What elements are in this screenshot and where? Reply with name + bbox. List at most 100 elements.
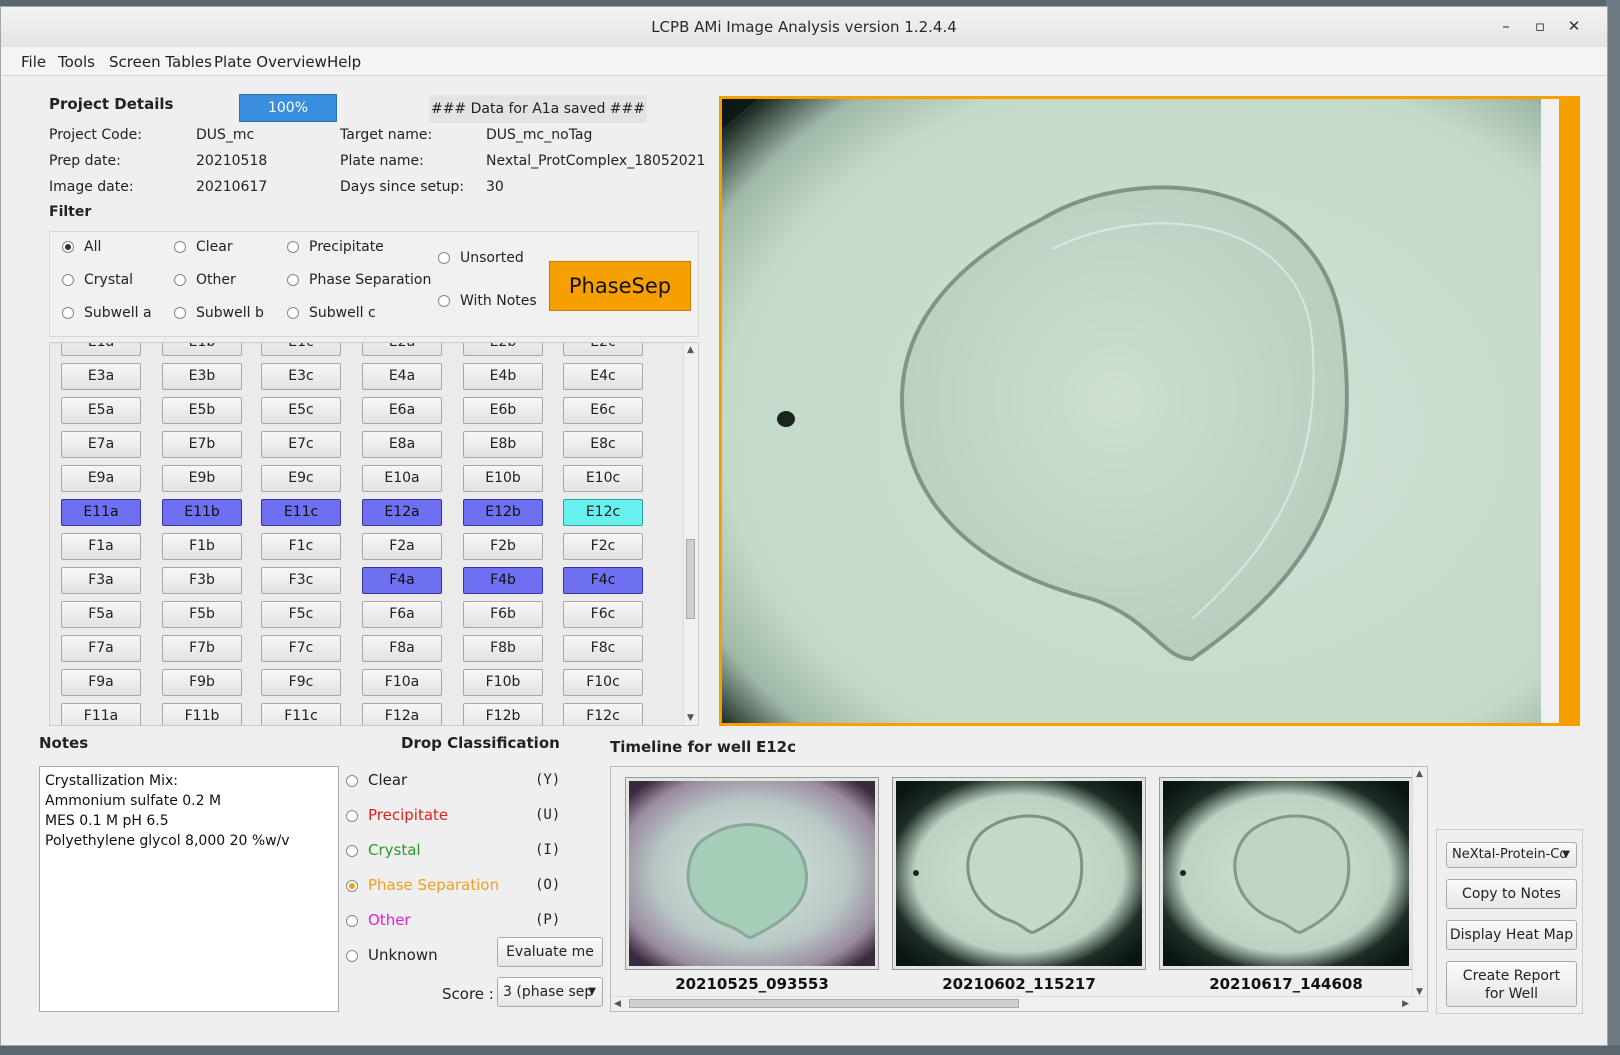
- filter-other[interactable]: Other: [174, 272, 236, 288]
- evaluate-button[interactable]: Evaluate me: [497, 937, 603, 967]
- create-report-button[interactable]: Create Report for Well: [1446, 961, 1577, 1007]
- class-precipitate[interactable]: Precipitate: [346, 806, 448, 824]
- well-button-f5c[interactable]: F5c: [261, 601, 341, 628]
- well-button-f2c[interactable]: F2c: [563, 533, 643, 560]
- well-button-f2a[interactable]: F2a: [362, 533, 442, 560]
- phasesep-button[interactable]: PhaseSep: [549, 261, 691, 311]
- well-button-e9a[interactable]: E9a: [61, 465, 141, 492]
- well-button-e2c[interactable]: E2c: [563, 343, 643, 356]
- well-button-f8a[interactable]: F8a: [362, 635, 442, 662]
- well-button-f11b[interactable]: F11b: [162, 703, 242, 725]
- filter-all[interactable]: All: [62, 239, 101, 255]
- filter-crystal[interactable]: Crystal: [62, 272, 133, 288]
- well-button-f10c[interactable]: F10c: [563, 669, 643, 696]
- menu-screen-tables[interactable]: Screen Tables: [109, 53, 212, 71]
- well-button-f5b[interactable]: F5b: [162, 601, 242, 628]
- class-phase-separation[interactable]: Phase Separation: [346, 876, 499, 894]
- well-button-e7a[interactable]: E7a: [61, 431, 141, 458]
- well-button-e8b[interactable]: E8b: [463, 431, 543, 458]
- filter-precipitate[interactable]: Precipitate: [287, 239, 384, 255]
- well-button-f3a[interactable]: F3a: [61, 567, 141, 594]
- well-button-e7b[interactable]: E7b: [162, 431, 242, 458]
- well-button-f7a[interactable]: F7a: [61, 635, 141, 662]
- class-unknown[interactable]: Unknown: [346, 946, 438, 964]
- well-button-e1b[interactable]: E1b: [162, 343, 242, 356]
- well-button-e12b[interactable]: E12b: [463, 499, 543, 526]
- scrollbar-thumb[interactable]: [686, 539, 695, 619]
- drop-image-viewer[interactable]: [719, 96, 1580, 726]
- well-button-e1c[interactable]: E1c: [261, 343, 341, 356]
- well-button-e6c[interactable]: E6c: [563, 397, 643, 424]
- well-button-f12b[interactable]: F12b: [463, 703, 543, 725]
- title-bar[interactable]: LCPB AMi Image Analysis version 1.2.4.4 …: [1, 7, 1607, 48]
- well-button-e2a[interactable]: E2a: [362, 343, 442, 356]
- scroll-right-icon[interactable]: ▶: [1402, 999, 1409, 1009]
- filter-phase-separation[interactable]: Phase Separation: [287, 272, 431, 288]
- well-button-f4a[interactable]: F4a: [362, 567, 442, 594]
- well-button-f8c[interactable]: F8c: [563, 635, 643, 662]
- menu-help[interactable]: Help: [327, 53, 361, 71]
- well-button-e6b[interactable]: E6b: [463, 397, 543, 424]
- well-button-f9c[interactable]: F9c: [261, 669, 341, 696]
- scroll-down-icon[interactable]: ▼: [687, 713, 694, 723]
- well-button-e3a[interactable]: E3a: [61, 363, 141, 390]
- well-button-f10b[interactable]: F10b: [463, 669, 543, 696]
- filter-subwell-b[interactable]: Subwell b: [174, 305, 264, 321]
- well-button-e12a[interactable]: E12a: [362, 499, 442, 526]
- minimize-icon[interactable]: –: [1493, 15, 1519, 37]
- menu-plate-overview[interactable]: Plate Overview: [214, 53, 327, 71]
- well-button-e4c[interactable]: E4c: [563, 363, 643, 390]
- well-button-e3b[interactable]: E3b: [162, 363, 242, 390]
- well-button-f12a[interactable]: F12a: [362, 703, 442, 725]
- filter-subwell-a[interactable]: Subwell a: [62, 305, 152, 321]
- well-button-e11c[interactable]: E11c: [261, 499, 341, 526]
- timeline-image-3[interactable]: [1159, 777, 1413, 970]
- class-crystal[interactable]: Crystal: [346, 841, 421, 859]
- well-button-e4a[interactable]: E4a: [362, 363, 442, 390]
- menu-file[interactable]: File: [21, 53, 46, 71]
- well-grid-scrollbar[interactable]: ▲ ▼: [683, 343, 698, 725]
- scrollbar-thumb[interactable]: [629, 999, 1019, 1008]
- timeline-image-2[interactable]: [892, 777, 1146, 970]
- well-button-f9a[interactable]: F9a: [61, 669, 141, 696]
- close-icon[interactable]: ✕: [1561, 15, 1587, 37]
- well-button-f9b[interactable]: F9b: [162, 669, 242, 696]
- class-clear[interactable]: Clear: [346, 771, 407, 789]
- well-button-e2b[interactable]: E2b: [463, 343, 543, 356]
- well-button-f11c[interactable]: F11c: [261, 703, 341, 725]
- well-button-e1a[interactable]: E1a: [61, 343, 141, 356]
- scroll-left-icon[interactable]: ◀: [614, 999, 621, 1009]
- well-button-f4c[interactable]: F4c: [563, 567, 643, 594]
- well-button-e5a[interactable]: E5a: [61, 397, 141, 424]
- well-button-f1b[interactable]: F1b: [162, 533, 242, 560]
- well-button-f6b[interactable]: F6b: [463, 601, 543, 628]
- well-button-f7b[interactable]: F7b: [162, 635, 242, 662]
- well-button-e9c[interactable]: E9c: [261, 465, 341, 492]
- timeline-horizontal-scrollbar[interactable]: ◀ ▶: [611, 996, 1427, 1011]
- filter-subwell-c[interactable]: Subwell c: [287, 305, 376, 321]
- well-button-e8c[interactable]: E8c: [563, 431, 643, 458]
- well-button-e6a[interactable]: E6a: [362, 397, 442, 424]
- scroll-up-icon[interactable]: ▲: [687, 345, 694, 355]
- well-button-e7c[interactable]: E7c: [261, 431, 341, 458]
- maximize-icon[interactable]: ▫: [1527, 15, 1553, 37]
- well-button-e5c[interactable]: E5c: [261, 397, 341, 424]
- well-button-f10a[interactable]: F10a: [362, 669, 442, 696]
- well-button-e12c[interactable]: E12c: [563, 499, 643, 526]
- well-button-e3c[interactable]: E3c: [261, 363, 341, 390]
- well-button-f1c[interactable]: F1c: [261, 533, 341, 560]
- display-heat-map-button[interactable]: Display Heat Map: [1446, 920, 1577, 950]
- well-button-f6c[interactable]: F6c: [563, 601, 643, 628]
- screen-table-select[interactable]: NeXtal-Protein-Co ▼: [1446, 842, 1577, 868]
- class-other[interactable]: Other: [346, 911, 411, 929]
- well-button-e11b[interactable]: E11b: [162, 499, 242, 526]
- well-button-e5b[interactable]: E5b: [162, 397, 242, 424]
- copy-to-notes-button[interactable]: Copy to Notes: [1446, 879, 1577, 909]
- timeline-vertical-scrollbar[interactable]: ▲ ▼: [1412, 767, 1427, 999]
- well-button-e4b[interactable]: E4b: [463, 363, 543, 390]
- score-select[interactable]: 3 (phase sep ▼: [497, 977, 603, 1007]
- well-button-f3b[interactable]: F3b: [162, 567, 242, 594]
- well-button-f7c[interactable]: F7c: [261, 635, 341, 662]
- menu-tools[interactable]: Tools: [58, 53, 95, 71]
- well-button-e10c[interactable]: E10c: [563, 465, 643, 492]
